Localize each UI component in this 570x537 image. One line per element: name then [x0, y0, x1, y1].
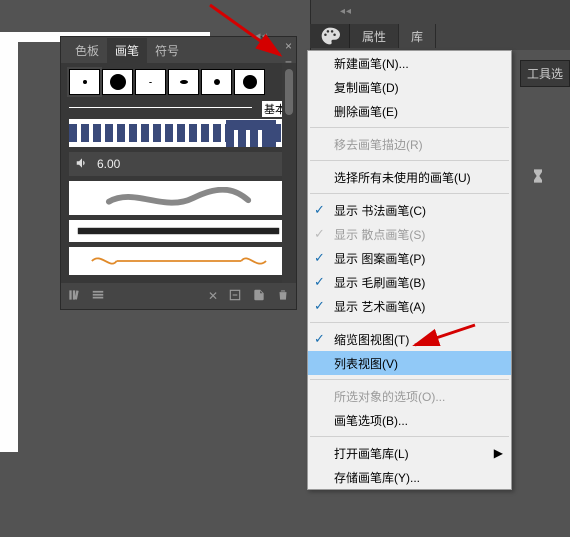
panel-drag-handle[interactable]: ◂◂ [340, 6, 352, 17]
tool-options-button[interactable]: 工具选 [520, 60, 570, 87]
menu-selected-options: 所选对象的选项(O)... [308, 384, 511, 408]
check-icon: ✓ [314, 202, 325, 218]
brush-panel-menu: 新建画笔(N)... 复制画笔(D) 删除画笔(E) 移去画笔描边(R) 选择所… [307, 50, 512, 490]
check-icon: ✓ [314, 331, 325, 347]
tab-library[interactable]: 库 [399, 24, 436, 48]
menu-duplicate-brush[interactable]: 复制画笔(D) [308, 75, 511, 99]
check-icon: ✓ [314, 274, 325, 290]
speaker-icon [75, 156, 89, 173]
menu-show-calligraphic[interactable]: ✓显示 书法画笔(C) [308, 198, 511, 222]
menu-delete-brush[interactable]: 删除画笔(E) [308, 99, 511, 123]
menu-show-art[interactable]: ✓显示 艺术画笔(A) [308, 294, 511, 318]
tab-symbols[interactable]: 符号 [147, 38, 187, 63]
section-divider [69, 107, 252, 108]
check-icon: ✓ [314, 298, 325, 314]
check-icon: ✓ [314, 226, 325, 242]
tab-swatches[interactable]: 色板 [67, 38, 107, 63]
brush-thumb[interactable] [69, 69, 100, 95]
brush-stroke-wave[interactable] [69, 181, 288, 215]
menu-show-bristle[interactable]: ✓显示 毛刷画笔(B) [308, 270, 511, 294]
close-icon[interactable]: × [285, 39, 292, 53]
menu-show-pattern[interactable]: ✓显示 图案画笔(P) [308, 246, 511, 270]
remove-stroke-icon[interactable]: ✕ [208, 289, 218, 303]
audio-value: 6.00 [97, 157, 120, 171]
brush-stroke-charcoal[interactable] [69, 220, 288, 242]
brush-thumb[interactable] [168, 69, 199, 95]
brushes-panel: ◂◂ × ≡ 色板 画笔 符号 基本 6.00 [60, 36, 297, 310]
new-brush-icon[interactable] [252, 288, 266, 305]
scrollbar-thumb[interactable] [285, 69, 293, 115]
brush-thumbnail-row [69, 69, 288, 95]
panel-collapse-handle[interactable]: ◂◂ [255, 29, 268, 42]
check-icon: ✓ [314, 250, 325, 266]
library-menu-icon[interactable] [67, 288, 81, 305]
hourglass-icon[interactable] [530, 168, 546, 187]
brush-thumb[interactable] [201, 69, 232, 95]
palette-icon[interactable] [310, 24, 350, 48]
brush-thumb[interactable] [234, 69, 265, 95]
menu-brush-options[interactable]: 画笔选项(B)... [308, 408, 511, 432]
tab-brushes[interactable]: 画笔 [107, 38, 147, 63]
panel-scrollbar[interactable] [282, 63, 296, 283]
menu-thumbnail-view[interactable]: ✓缩览图视图(T) [308, 327, 511, 351]
trash-icon[interactable] [276, 288, 290, 305]
brush-pattern-dashed[interactable] [69, 119, 288, 147]
menu-remove-stroke: 移去画笔描边(R) [308, 132, 511, 156]
libraries-icon[interactable] [91, 288, 105, 305]
menu-select-unused[interactable]: 选择所有未使用的画笔(U) [308, 165, 511, 189]
menu-new-brush[interactable]: 新建画笔(N)... [308, 51, 511, 75]
tab-attributes[interactable]: 属性 [350, 24, 399, 48]
menu-list-view[interactable]: 列表视图(V) [308, 351, 511, 375]
brush-thumb[interactable] [135, 69, 166, 95]
brush-stroke-ribbon[interactable] [69, 247, 288, 275]
submenu-arrow-icon: ▶ [494, 446, 503, 460]
menu-open-library[interactable]: 打开画笔库(L)▶ [308, 441, 511, 465]
options-icon[interactable] [228, 288, 242, 305]
brush-thumb[interactable] [102, 69, 133, 95]
menu-show-scatter: ✓显示 散点画笔(S) [308, 222, 511, 246]
brush-audio-row[interactable]: 6.00 [69, 152, 288, 176]
menu-save-library[interactable]: 存储画笔库(Y)... [308, 465, 511, 489]
